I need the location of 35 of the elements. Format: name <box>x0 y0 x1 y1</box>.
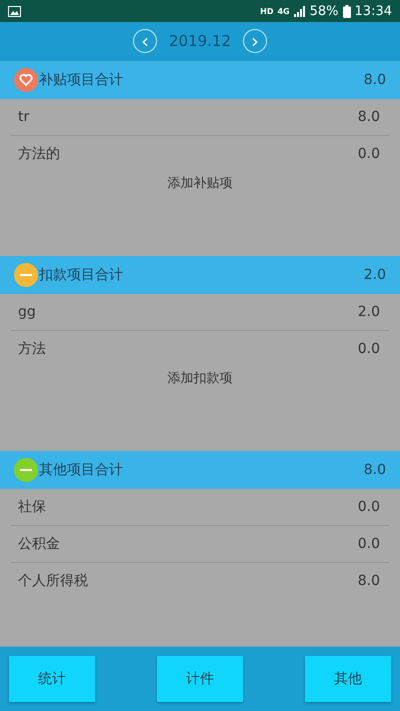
section-total: 2.0 <box>364 266 386 283</box>
item-label: gg <box>18 304 36 320</box>
network-type: 4G <box>277 6 290 16</box>
month-label: 2019.12 <box>168 32 232 50</box>
item-value: 0.0 <box>358 146 380 162</box>
image-icon <box>8 6 21 17</box>
item-value: 0.0 <box>358 536 380 552</box>
item-label: tr <box>18 108 30 125</box>
tab-button[interactable]: 统计 <box>9 656 95 702</box>
signal-icon <box>294 6 306 17</box>
section-title: 其他项目合计 <box>39 460 124 479</box>
tab-button[interactable]: 其他 <box>305 656 391 702</box>
item-value: 0.0 <box>358 340 380 357</box>
hd-indicator: HD <box>260 6 274 16</box>
item-value: 8.0 <box>358 572 380 589</box>
battery-icon <box>342 4 351 18</box>
battery-level: 58% <box>310 4 339 19</box>
item-label: 社保 <box>18 498 46 516</box>
section-title: 扣款项目合计 <box>39 266 124 284</box>
item-value: 8.0 <box>358 108 380 125</box>
section-title: 补贴项目合计 <box>39 70 124 89</box>
previous-month-button[interactable]: ‹ <box>132 29 157 54</box>
section-total: 8.0 <box>364 72 386 88</box>
tab-button[interactable]: 计件 <box>157 656 243 702</box>
clock: 13:34 <box>354 4 392 19</box>
item-value: 2.0 <box>358 304 380 320</box>
add-item-link[interactable]: 添加补贴项 <box>168 174 232 192</box>
item-label: 方法 <box>18 340 46 358</box>
item-label: 个人所得税 <box>18 572 88 590</box>
item-label: 公积金 <box>18 534 60 553</box>
item-label: 方法的 <box>18 144 60 163</box>
next-month-button[interactable]: › <box>243 29 268 54</box>
add-item-link[interactable]: 添加扣款项 <box>168 368 232 387</box>
item-value: 0.0 <box>358 498 380 515</box>
section-total: 8.0 <box>364 462 386 478</box>
